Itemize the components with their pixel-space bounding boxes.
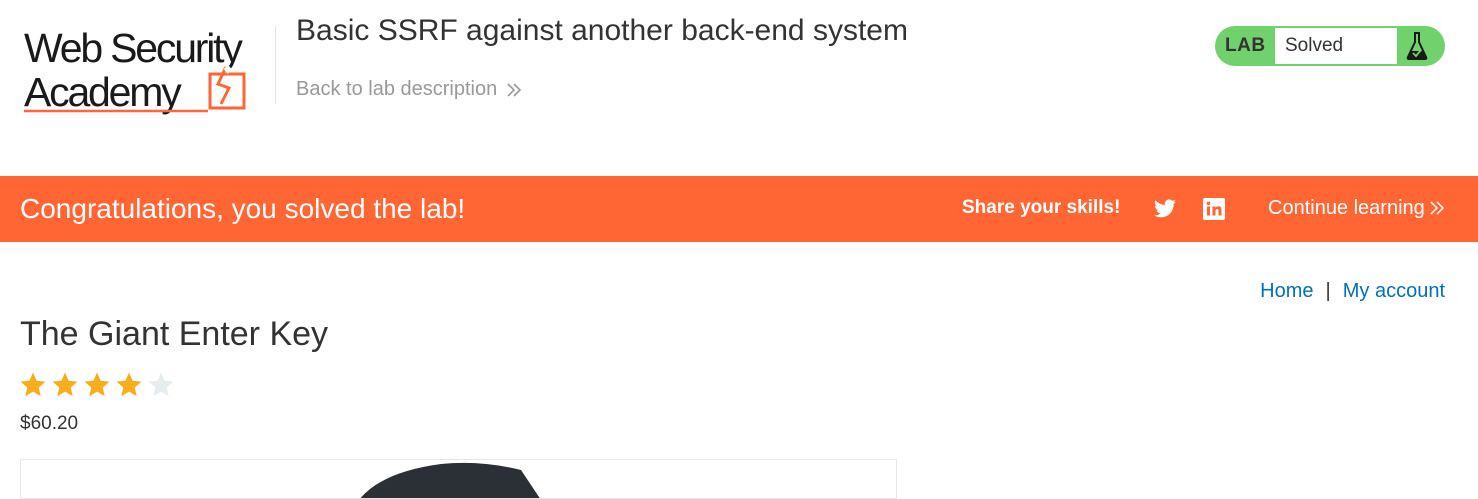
star-filled-icon <box>20 372 46 397</box>
my-account-link[interactable]: My account <box>1343 280 1445 303</box>
lab-status-widget: LAB Solved <box>1215 26 1445 66</box>
lab-status-tag: LAB <box>1225 35 1266 56</box>
star-filled-icon <box>52 372 78 397</box>
star-filled-icon <box>84 372 110 397</box>
linkedin-icon[interactable] <box>1201 197 1227 221</box>
logo-line2: Academy <box>24 69 182 115</box>
lab-title: Basic SSRF against another back-end syst… <box>296 14 908 47</box>
double-chevron-right-icon <box>507 82 522 97</box>
back-link-label: Back to lab description <box>296 78 498 100</box>
lab-status-value: Solved <box>1275 28 1397 64</box>
web-security-academy-logo[interactable]: Web Security Academy <box>22 22 274 118</box>
lab-header: Web Security Academy Basic SSRF against … <box>0 0 1478 176</box>
share-skills-label: Share your skills! <box>962 197 1121 218</box>
flask-icon <box>1406 32 1428 60</box>
back-to-lab-description-link[interactable]: Back to lab description <box>296 78 523 101</box>
congratulations-message: Congratulations, you solved the lab! <box>20 193 466 224</box>
top-nav-links: Home | My account <box>1260 280 1445 303</box>
product-image <box>20 459 897 499</box>
keyboard-key-image <box>360 462 540 498</box>
product-price: $60.20 <box>20 413 79 434</box>
star-filled-icon <box>116 372 142 397</box>
continue-learning-label: Continue learning <box>1268 197 1425 219</box>
logo-line1: Web Security <box>24 25 243 71</box>
nav-separator: | <box>1325 280 1331 302</box>
product-title: The Giant Enter Key <box>20 315 329 353</box>
home-link[interactable]: Home <box>1260 280 1313 303</box>
product-rating <box>18 370 176 400</box>
twitter-icon[interactable] <box>1152 197 1178 221</box>
continue-learning-link[interactable]: Continue learning <box>1268 176 1445 240</box>
logo-divider <box>275 26 276 104</box>
double-chevron-right-icon <box>1430 201 1444 215</box>
star-empty-icon <box>148 372 174 397</box>
solved-notification-banner: Congratulations, you solved the lab! Sha… <box>0 176 1478 242</box>
